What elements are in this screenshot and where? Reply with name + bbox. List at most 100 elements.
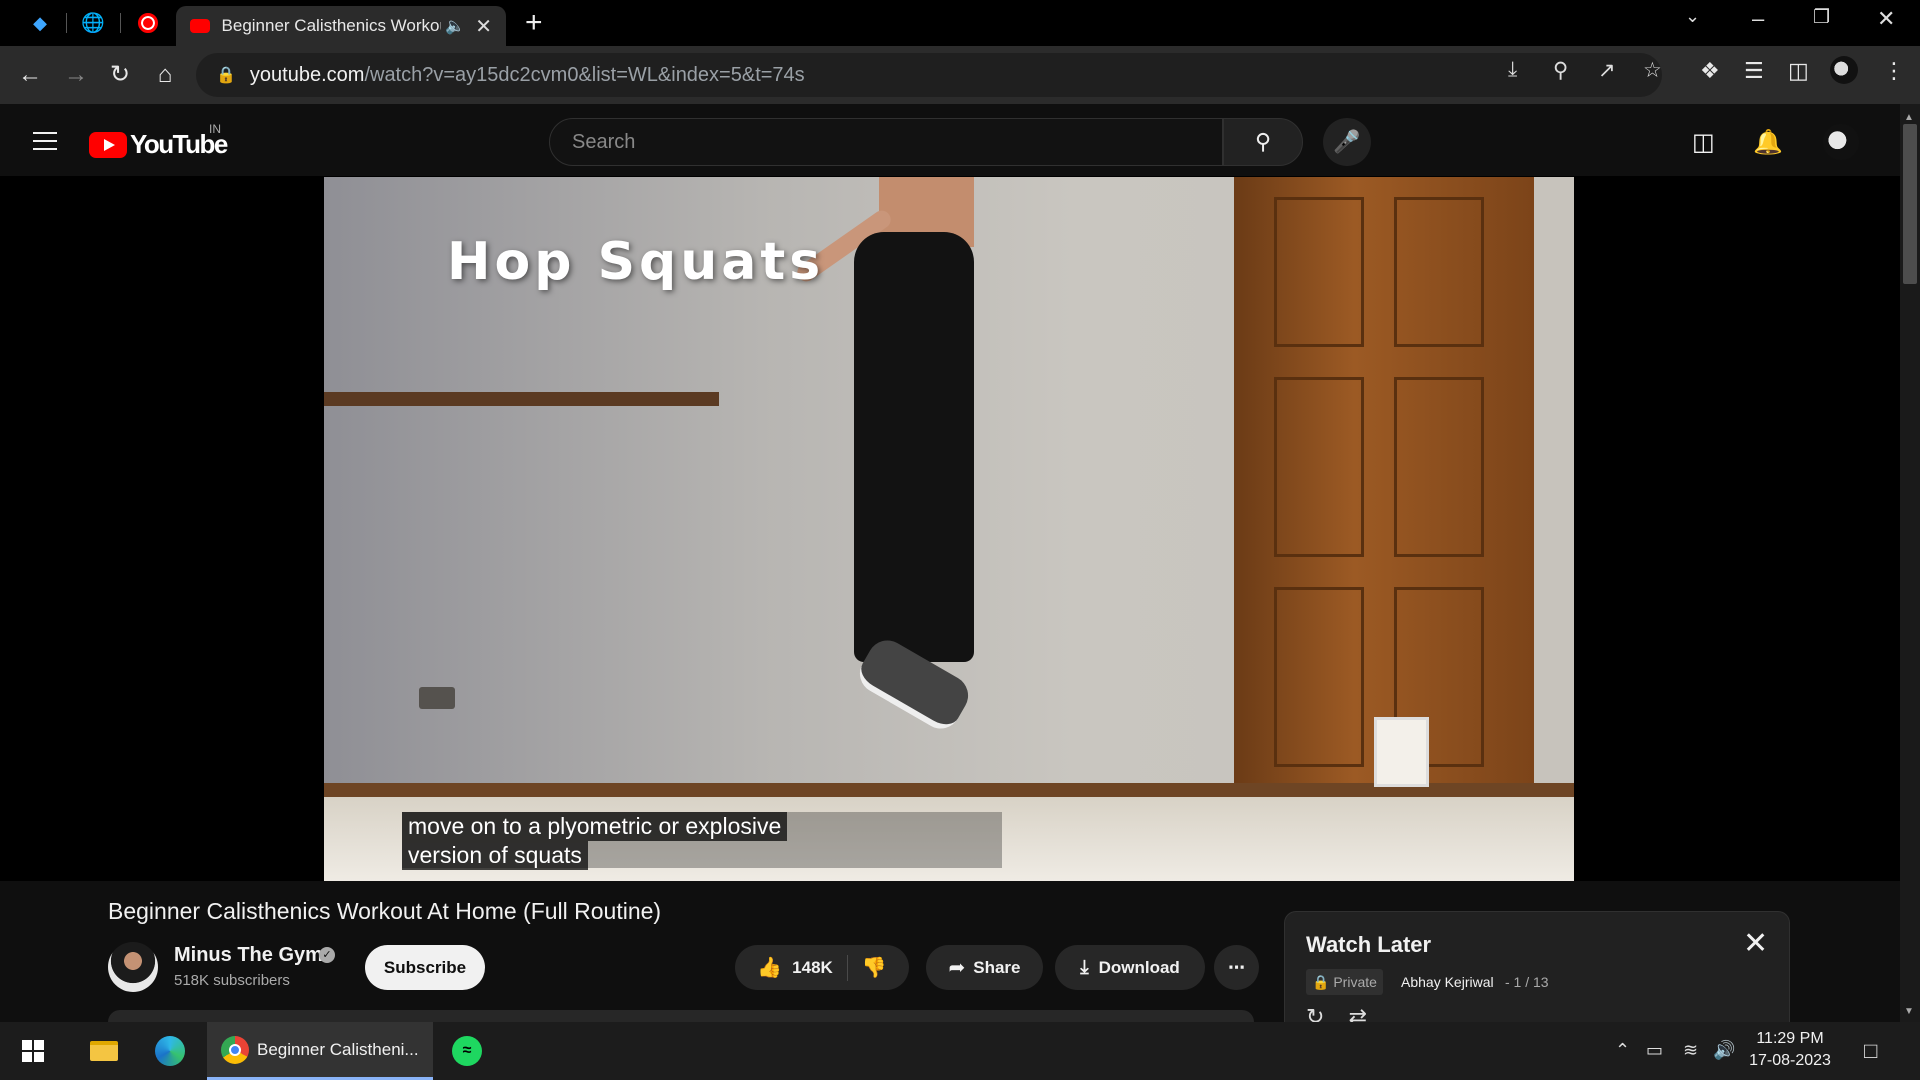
channel-name[interactable]: Minus The Gym xyxy=(174,944,323,967)
new-tab-button[interactable]: + xyxy=(525,8,543,38)
install-app-icon[interactable]: ⤓ xyxy=(1508,58,1517,82)
address-bar[interactable]: 🔒 youtube.com /watch?v=ay15dc2cvm0&list=… xyxy=(196,53,1662,97)
pinned-tab-globe[interactable]: 🌐 xyxy=(79,9,107,37)
battery-icon[interactable]: ▭ xyxy=(1646,1040,1663,1061)
speaker-icon[interactable]: 🔈 xyxy=(445,16,465,36)
edge-icon xyxy=(155,1036,185,1066)
file-explorer-button[interactable] xyxy=(84,1032,124,1070)
minimize-button[interactable]: – xyxy=(1752,6,1764,32)
show-hidden-icons-chevron-icon[interactable]: ⌃ xyxy=(1615,1040,1630,1061)
caption-line-1: move on to a plyometric or explosive xyxy=(402,812,788,841)
like-button[interactable]: 👍 148K xyxy=(757,955,833,980)
youtube-header: YouTube IN Search ⚲ 🎤 ◫ 🔔 xyxy=(0,104,1900,176)
reload-button[interactable]: ↻ xyxy=(105,60,135,90)
spotify-button[interactable]: ≈ xyxy=(447,1032,487,1070)
chrome-menu-icon[interactable]: ⋮ xyxy=(1883,58,1905,84)
system-clock[interactable]: 11:29 PM 17-08-2023 xyxy=(1745,1028,1835,1072)
video-player[interactable]: Hop Squats move on to a plyometric or ex… xyxy=(324,177,1574,881)
spotify-icon: ≈ xyxy=(452,1036,482,1066)
more-actions-button[interactable]: ⋯ xyxy=(1214,945,1259,990)
close-playlist-icon[interactable]: ✕ xyxy=(1743,926,1768,961)
lock-icon: 🔒 xyxy=(1312,974,1330,990)
download-label: Download xyxy=(1098,957,1180,977)
tab-title: Beginner Calisthenics Workout At Home (F… xyxy=(221,16,442,35)
dislike-button[interactable]: 👎 xyxy=(862,955,887,980)
playlist-panel: Watch Later ✕ 🔒 Private Abhay Kejriwal -… xyxy=(1284,911,1790,1029)
more-horizontal-icon: ⋯ xyxy=(1228,957,1245,977)
download-icon: ⤓ xyxy=(1080,956,1089,978)
restore-button[interactable]: ❐ xyxy=(1813,6,1830,29)
download-button[interactable]: ⤓ Download xyxy=(1055,945,1205,990)
close-tab-icon[interactable]: ✕ xyxy=(475,14,492,39)
bookmark-star-icon[interactable]: ☆ xyxy=(1643,58,1662,83)
like-count: 148K xyxy=(792,957,833,977)
scroll-up-arrow-icon[interactable]: ▲ xyxy=(1904,112,1914,123)
share-page-icon[interactable]: ↗ xyxy=(1598,58,1616,83)
channel-avatar[interactable] xyxy=(108,942,158,992)
scroll-down-arrow-icon[interactable]: ▼ xyxy=(1904,1006,1914,1017)
lock-icon: 🔒 xyxy=(216,67,236,84)
like-dislike-group: 👍 148K 👎 xyxy=(735,945,909,990)
video-frame-ledge xyxy=(324,392,719,406)
forward-button[interactable]: → xyxy=(61,60,91,90)
playlist-title[interactable]: Watch Later xyxy=(1306,932,1431,958)
profile-avatar[interactable] xyxy=(1830,56,1858,90)
wifi-icon[interactable]: ≋ xyxy=(1683,1040,1698,1061)
tab-divider xyxy=(66,13,67,33)
share-button[interactable]: ➦ Share xyxy=(926,945,1043,990)
like-divider xyxy=(846,954,848,981)
playlist-owner[interactable]: Abhay Kejriwal xyxy=(1401,974,1494,990)
search-button[interactable]: ⚲ xyxy=(1223,118,1303,166)
video-overlay-title: Hop Squats xyxy=(447,232,825,292)
video-title: Beginner Calisthenics Workout At Home (F… xyxy=(108,898,662,924)
search-icon: ⚲ xyxy=(1254,129,1272,154)
thumbs-down-icon: 👎 xyxy=(861,957,887,979)
thumbs-up-icon: 👍 xyxy=(757,957,783,979)
side-panel-icon[interactable]: ◫ xyxy=(1788,58,1809,84)
account-avatar[interactable] xyxy=(1823,124,1859,160)
video-frame-pet-door xyxy=(1374,717,1429,787)
guide-menu-icon[interactable] xyxy=(33,132,57,156)
notifications-bell-icon[interactable]: 🔔 xyxy=(1753,128,1783,157)
youtube-logo[interactable]: YouTube xyxy=(89,129,228,160)
subscribe-button[interactable]: Subscribe xyxy=(365,945,485,990)
youtube-play-logo-icon xyxy=(89,131,127,158)
voice-search-button[interactable]: 🎤 xyxy=(1323,118,1371,166)
youtube-music-icon xyxy=(138,13,158,33)
video-frame-door xyxy=(1234,177,1534,797)
share-icon: ➦ xyxy=(948,957,966,979)
browser-toolbar: ← → ↻ ⌂ 🔒 youtube.com /watch?v=ay15dc2cv… xyxy=(0,46,1920,104)
media-controls-icon[interactable]: ☰ xyxy=(1744,58,1764,84)
subscriber-count: 518K subscribers xyxy=(174,972,290,989)
closed-caption: move on to a plyometric or explosive ver… xyxy=(402,812,1002,870)
edge-button[interactable] xyxy=(150,1032,190,1070)
youtube-favicon-icon xyxy=(190,19,210,33)
volume-icon[interactable]: 🔊 xyxy=(1713,1040,1735,1061)
browser-tab-strip: ◆ 🌐 Beginner Calisthenics Workout At Hom… xyxy=(0,0,1920,46)
scrollbar-thumb[interactable] xyxy=(1903,124,1917,284)
privacy-badge: 🔒 Private xyxy=(1306,969,1383,995)
home-button[interactable]: ⌂ xyxy=(150,60,180,90)
close-window-button[interactable]: ✕ xyxy=(1877,6,1895,32)
start-button[interactable] xyxy=(13,1032,53,1070)
back-button[interactable]: ← xyxy=(15,60,45,90)
country-code: IN xyxy=(209,122,221,136)
pinned-tab-youtube-music[interactable] xyxy=(134,9,162,37)
microphone-icon: 🎤 xyxy=(1333,129,1361,154)
video-frame-outlet xyxy=(419,687,455,709)
search-input[interactable]: Search xyxy=(549,118,1223,166)
pinned-tab-diamond[interactable]: ◆ xyxy=(26,9,54,37)
globe-icon: 🌐 xyxy=(81,13,105,34)
tab-search-icon[interactable]: ⌄ xyxy=(1685,6,1700,27)
share-label: Share xyxy=(973,957,1021,977)
notification-center-icon[interactable]: □ xyxy=(1864,1038,1877,1064)
extensions-puzzle-icon[interactable]: ❖ xyxy=(1700,58,1720,84)
url-host: youtube.com xyxy=(249,63,365,86)
zoom-icon[interactable]: ⚲ xyxy=(1553,58,1568,83)
taskbar-chrome-window[interactable]: Beginner Calistheni... xyxy=(207,1022,433,1080)
taskbar-chrome-label: Beginner Calistheni... xyxy=(257,1039,419,1059)
diamond-icon: ◆ xyxy=(33,12,47,33)
tab-divider xyxy=(120,13,121,33)
tab-active-youtube[interactable]: Beginner Calisthenics Workout At Home (F… xyxy=(176,6,506,46)
create-video-icon[interactable]: ◫ xyxy=(1692,128,1715,157)
